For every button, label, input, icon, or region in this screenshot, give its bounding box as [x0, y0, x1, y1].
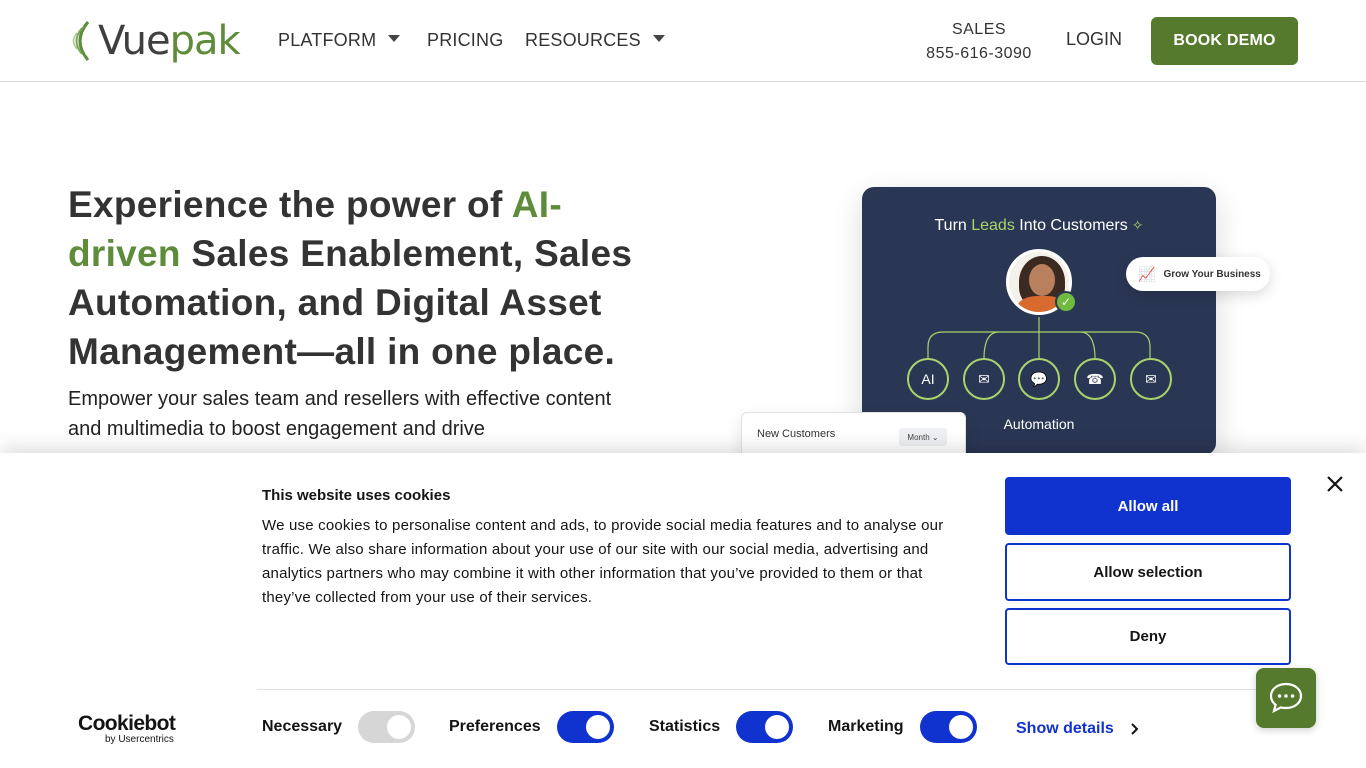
mail-icon: ✉ [963, 358, 1005, 400]
marketing-toggle[interactable] [919, 711, 977, 743]
deny-button[interactable]: Deny [1005, 608, 1291, 665]
nav-resources-label: RESOURCES [525, 29, 641, 50]
logo-text: Vuepak [98, 18, 241, 64]
growth-chart-icon: 📈 [1138, 265, 1156, 282]
nav-pricing[interactable]: PRICING [427, 28, 503, 52]
caret-down-icon [388, 34, 401, 42]
grow-business-badge: 📈 Grow Your Business [1126, 257, 1270, 291]
statistics-label: Statistics [649, 718, 721, 735]
necessary-toggle-group: Necessary [262, 711, 416, 743]
nav-platform-label: PLATFORM [278, 29, 377, 50]
nav-pricing-label: PRICING [427, 29, 504, 50]
month-select: Month ⌄ [899, 428, 947, 446]
logo-arcs-icon [72, 21, 90, 61]
necessary-label: Necessary [262, 718, 343, 735]
preferences-toggle[interactable] [556, 711, 614, 743]
caret-down-icon [652, 34, 665, 42]
sales-phone: 855-616-3090 [926, 45, 1032, 62]
cookie-title: This website uses cookies [262, 487, 451, 504]
ai-chip-icon: AI [907, 358, 949, 400]
sales-label: SALES [951, 21, 1007, 38]
cookie-description: We use cookies to personalise content an… [262, 517, 944, 606]
chevron-right-icon [1131, 723, 1139, 735]
chat-icon [1269, 682, 1303, 714]
cookiebot-logo[interactable]: Cookiebot by Usercentrics [78, 713, 176, 745]
nav-resources[interactable]: RESOURCES [525, 28, 665, 52]
allow-selection-button[interactable]: Allow selection [1005, 543, 1291, 601]
statistics-toggle-group: Statistics [649, 711, 794, 743]
hero-title: Experience the power of AI-driven Sales … [68, 184, 633, 372]
chat-widget-button[interactable] [1256, 668, 1316, 728]
mail-icon: ✉ [1130, 358, 1172, 400]
banner-divider [257, 689, 1293, 690]
login-link[interactable]: LOGIN [1066, 29, 1122, 50]
book-demo-button[interactable]: BOOK DEMO [1151, 17, 1298, 65]
allow-all-button[interactable]: Allow all [1005, 477, 1291, 535]
marketing-toggle-group: Marketing [828, 711, 977, 743]
site-header: Vuepak PLATFORM PRICING RESOURCES SALES … [0, 0, 1366, 82]
cookie-banner: This website uses cookies We use cookies… [0, 453, 1366, 768]
preferences-label: Preferences [449, 718, 541, 735]
statistics-toggle[interactable] [736, 711, 794, 743]
new-customers-label: New Customers [757, 428, 836, 440]
preferences-toggle-group: Preferences [449, 711, 614, 743]
necessary-toggle [358, 711, 416, 743]
sales-contact[interactable]: SALES 855-616-3090 [918, 18, 1040, 66]
show-details-link[interactable]: Show details [1016, 720, 1140, 738]
chat-bubble-icon: 💬 [1018, 358, 1060, 400]
marketing-label: Marketing [828, 718, 904, 735]
hero-subtitle: Empower your sales team and resellers wi… [68, 388, 612, 440]
close-icon[interactable] [1324, 473, 1346, 495]
nav-platform[interactable]: PLATFORM [278, 28, 401, 52]
phone-icon: ☎ [1074, 358, 1116, 400]
vuepak-logo[interactable]: Vuepak [68, 16, 241, 66]
